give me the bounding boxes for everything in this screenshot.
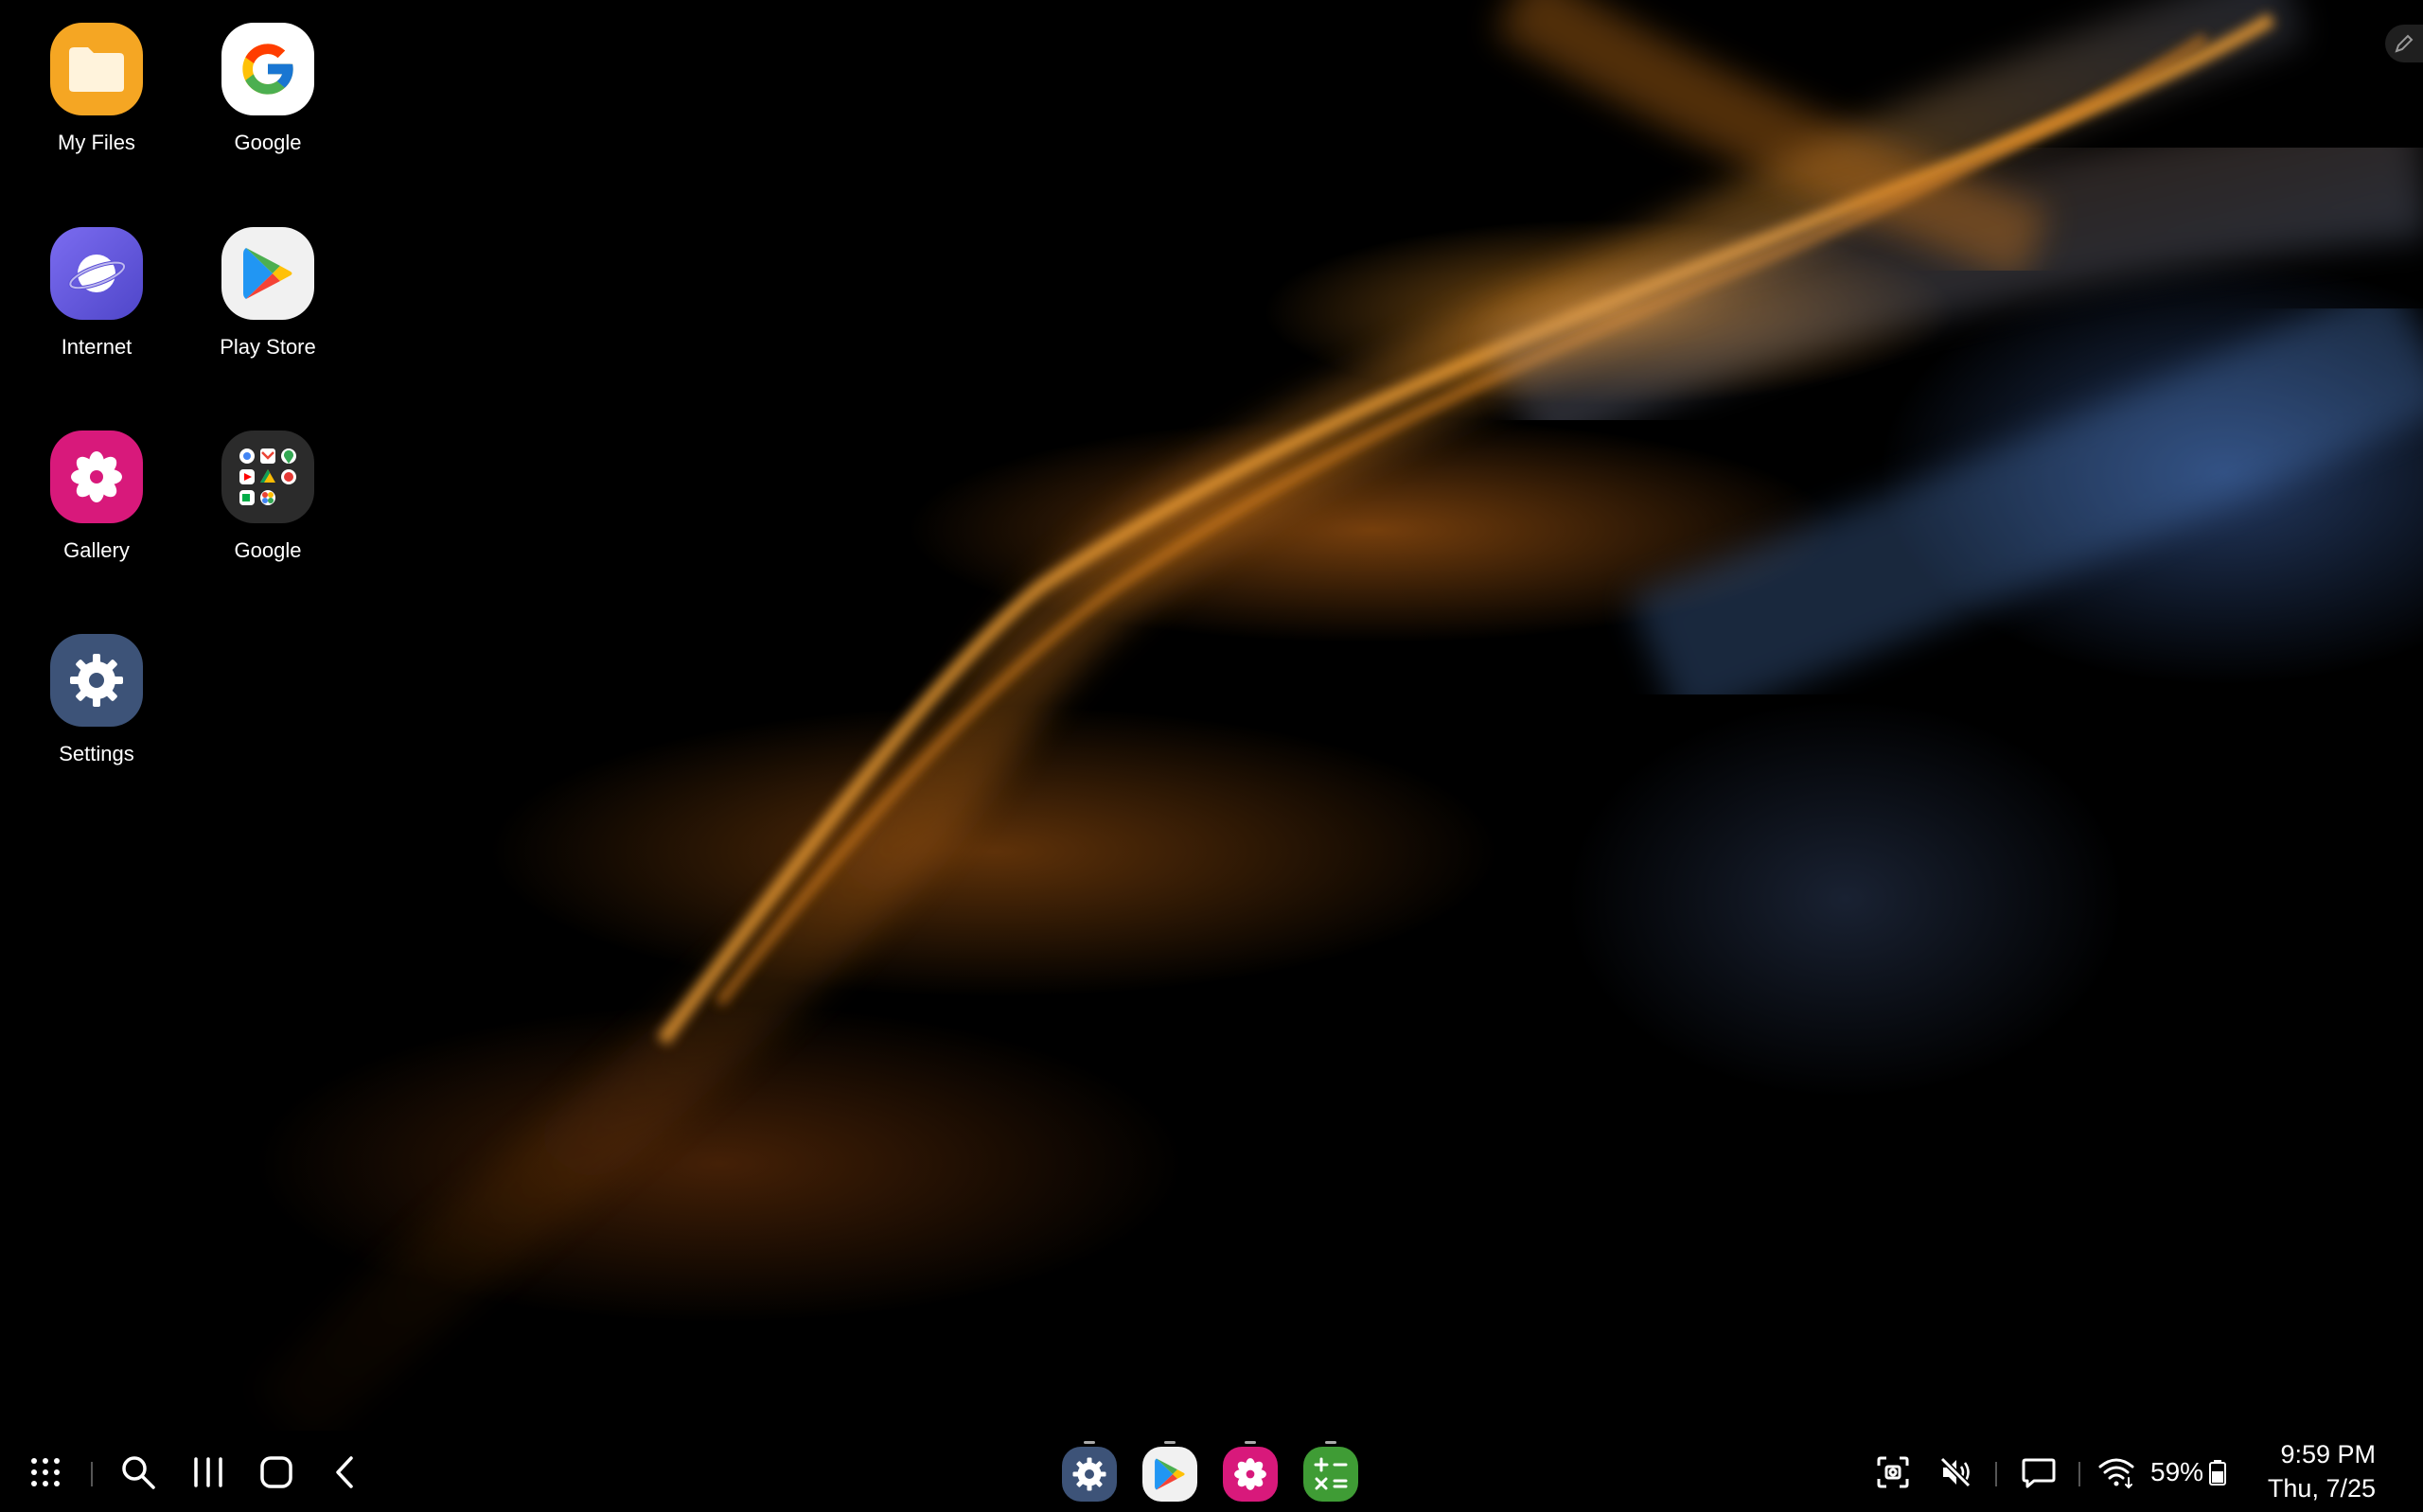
dock-app-calculator[interactable] (1303, 1441, 1358, 1502)
app-label: Internet (61, 335, 133, 359)
dock-app-play-store[interactable] (1142, 1441, 1197, 1502)
internet-planet-icon (50, 227, 143, 320)
gallery-flower-icon (50, 431, 143, 523)
settings-gear-icon (50, 634, 143, 727)
play-store-icon (221, 227, 314, 320)
battery-icon (2203, 1450, 2232, 1495)
home-screen[interactable]: My Files Google Internet Play Store Gall… (0, 0, 2423, 1512)
edge-panel-pen-icon[interactable] (2385, 25, 2423, 62)
search-icon[interactable] (115, 1450, 161, 1495)
screenshot-icon[interactable] (1870, 1450, 1916, 1495)
google-g-icon (221, 23, 314, 115)
google-apps-folder-icon (221, 431, 314, 523)
gallery-flower-icon (1234, 1458, 1266, 1490)
taskbar: 59% 9:59 PM Thu, 7/25 (0, 1431, 2423, 1512)
mute-icon[interactable] (1933, 1450, 1978, 1495)
calculator-icon (1314, 1457, 1348, 1490)
app-my-files[interactable]: My Files (11, 23, 182, 155)
app-label: Google (234, 538, 302, 562)
app-google-folder[interactable]: Google (183, 431, 353, 563)
app-gallery[interactable]: Gallery (11, 431, 182, 563)
recents-icon[interactable] (186, 1450, 231, 1495)
clock-date: Thu, 7/25 (2267, 1474, 2376, 1503)
clock-time: 9:59 PM (2280, 1440, 2376, 1468)
running-indicator (1245, 1441, 1256, 1444)
folder-icon (50, 23, 143, 115)
app-play-store[interactable]: Play Store (183, 227, 353, 360)
clock[interactable]: 9:59 PM Thu, 7/25 (2268, 1438, 2376, 1506)
battery-percent: 59% (2150, 1457, 2204, 1486)
back-icon[interactable] (322, 1450, 367, 1495)
play-store-icon (1155, 1458, 1185, 1490)
dock-app-settings[interactable] (1062, 1441, 1117, 1502)
taskbar-separator (1995, 1462, 1997, 1486)
running-indicator (1164, 1441, 1176, 1444)
app-label: Settings (59, 742, 134, 765)
settings-gear-icon (1072, 1457, 1106, 1491)
app-drawer-icon[interactable] (23, 1450, 68, 1495)
taskbar-separator (2078, 1462, 2080, 1486)
message-icon[interactable] (2016, 1450, 2061, 1495)
dock-app-gallery[interactable] (1223, 1441, 1278, 1502)
wifi-icon[interactable] (2094, 1450, 2139, 1495)
app-label: Google (234, 131, 302, 154)
app-label: Play Store (220, 335, 316, 359)
app-internet[interactable]: Internet (11, 227, 182, 360)
running-indicator (1325, 1441, 1336, 1444)
app-label: Gallery (63, 538, 130, 562)
home-icon[interactable] (254, 1450, 299, 1495)
wallpaper (254, 0, 2423, 1450)
app-google[interactable]: Google (183, 23, 353, 155)
running-indicator (1084, 1441, 1095, 1444)
app-settings[interactable]: Settings (11, 634, 182, 766)
taskbar-separator (91, 1462, 93, 1486)
app-label: My Files (58, 131, 135, 154)
